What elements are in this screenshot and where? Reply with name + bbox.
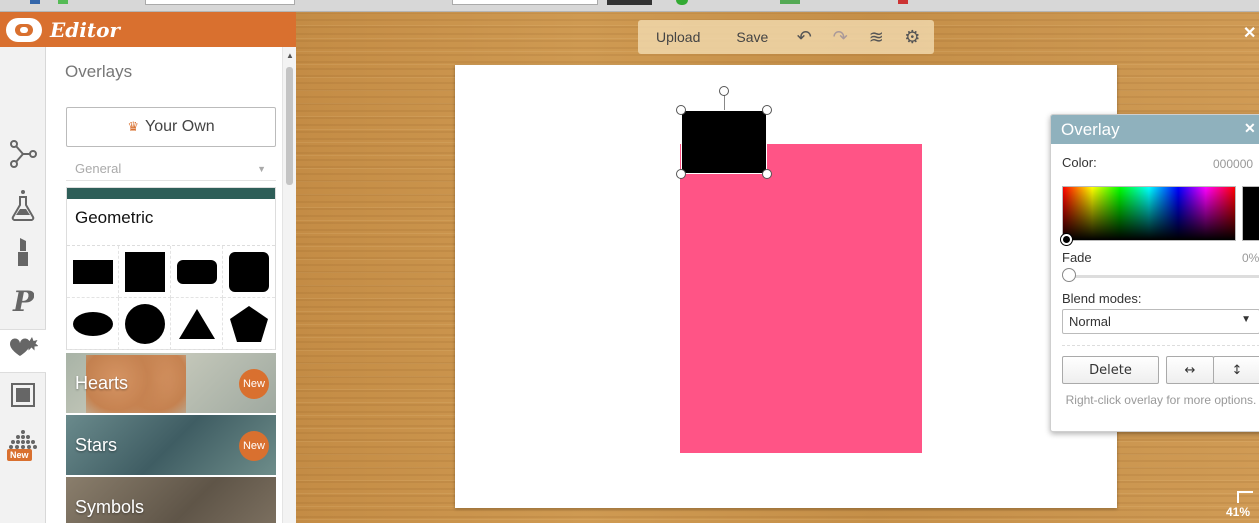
category-banner: [67, 188, 275, 199]
panel-scrollbar[interactable]: ▲: [282, 47, 296, 523]
resize-handle[interactable]: [762, 169, 772, 179]
your-own-button[interactable]: ♛ Your Own: [66, 107, 276, 147]
close-editor-icon[interactable]: ✕: [1243, 23, 1256, 43]
category-label: Hearts: [75, 372, 129, 393]
dialog-title: Overlay: [1061, 120, 1120, 139]
category-label: Symbols: [75, 497, 145, 517]
scrollbar-thumb[interactable]: [286, 67, 293, 185]
new-badge: New: [239, 431, 269, 461]
geometric-category: Geometric: [66, 187, 276, 350]
category-title: Geometric: [67, 199, 275, 246]
new-tag: New: [7, 449, 32, 461]
resize-handle[interactable]: [676, 105, 686, 115]
category-select[interactable]: General ▼: [66, 159, 276, 181]
logo-icon: [6, 17, 42, 42]
browser-field[interactable]: [452, 0, 598, 5]
shape-pentagon[interactable]: [223, 298, 275, 350]
browser-icon: [676, 0, 688, 5]
crown-icon: ♛: [127, 119, 139, 134]
save-button[interactable]: Save: [718, 29, 786, 45]
close-icon[interactable]: ✕: [1244, 120, 1256, 137]
tool-rail: P New: [0, 47, 56, 523]
color-hex-value[interactable]: 000000: [1213, 157, 1253, 171]
category-hearts[interactable]: Hearts New: [66, 353, 276, 413]
shape-rounded-rectangle[interactable]: [171, 246, 223, 298]
rotate-handle[interactable]: [719, 86, 729, 96]
top-toolbar: Upload Save ↶ ↷ ≋ ⚙: [638, 20, 934, 54]
resize-handle[interactable]: [762, 105, 772, 115]
overlays-panel: Overlays ♛ Your Own General ▼ Geometric …: [46, 47, 296, 523]
shape-square[interactable]: [119, 246, 171, 298]
app-title: Editor: [50, 17, 120, 42]
panel-title: Overlays: [65, 62, 133, 81]
blend-mode-select[interactable]: Normal ▼: [1062, 309, 1259, 334]
shape-ellipse[interactable]: [67, 298, 119, 350]
dialog-hint: Right-click overlay for more options.: [1065, 393, 1257, 407]
flip-vertical-icon[interactable]: ↕: [1213, 356, 1259, 384]
frames-icon[interactable]: [8, 380, 38, 410]
gear-icon[interactable]: ⚙: [894, 27, 930, 48]
category-label: Stars: [75, 434, 118, 455]
shape-rounded-square[interactable]: [223, 246, 275, 298]
shape-wide-rectangle[interactable]: [67, 246, 119, 298]
redo-icon[interactable]: ↷: [822, 27, 858, 48]
fade-value: 0%: [1242, 251, 1259, 265]
color-swatch: [1242, 186, 1259, 241]
color-label: Color:: [1062, 155, 1097, 170]
your-own-label: Your Own: [144, 118, 215, 135]
undo-icon[interactable]: ↶: [786, 27, 822, 48]
dialog-header: Overlay ✕: [1051, 115, 1259, 144]
effects-flask-icon[interactable]: [8, 190, 38, 221]
new-badge: New: [239, 369, 269, 399]
chevron-down-icon: ▼: [257, 164, 266, 174]
black-overlay-selected[interactable]: [681, 110, 767, 174]
blend-mode-value: Normal: [1069, 314, 1111, 329]
fade-label: Fade: [1062, 250, 1092, 265]
browser-icon: [58, 0, 68, 4]
basic-edits-icon[interactable]: [8, 139, 38, 169]
browser-icon: [30, 0, 40, 4]
layers-icon[interactable]: ≋: [858, 27, 894, 48]
app-header: Editor: [0, 12, 296, 47]
browser-icon: [780, 0, 800, 4]
resize-handle[interactable]: [676, 169, 686, 179]
category-select-value: General: [75, 161, 122, 176]
fade-slider-knob[interactable]: [1062, 268, 1076, 282]
color-picker-handle[interactable]: [1061, 234, 1072, 245]
browser-icon: [898, 0, 908, 4]
fade-slider[interactable]: [1069, 275, 1259, 278]
text-p-icon[interactable]: P: [8, 285, 38, 315]
flip-horizontal-icon[interactable]: ↔: [1166, 356, 1214, 384]
shape-triangle[interactable]: [171, 298, 223, 350]
browser-strip: [0, 0, 1259, 12]
shape-grid: [67, 246, 275, 350]
zoom-expand-icon[interactable]: [1237, 491, 1253, 503]
category-stars[interactable]: Stars New: [66, 415, 276, 475]
touch-up-lipstick-icon[interactable]: [8, 237, 38, 267]
delete-button[interactable]: Delete: [1062, 356, 1159, 384]
blend-label: Blend modes:: [1062, 291, 1142, 306]
overlay-dialog: Overlay ✕ Color: 000000 Fade 0% Blend mo…: [1050, 114, 1259, 432]
pink-overlay[interactable]: [680, 144, 922, 453]
scroll-up-icon[interactable]: ▲: [286, 51, 294, 60]
color-spectrum[interactable]: [1062, 186, 1236, 241]
rotate-line: [724, 95, 725, 110]
divider: [1062, 345, 1259, 346]
chevron-down-icon: ▼: [1241, 314, 1251, 325]
shape-circle[interactable]: [119, 298, 171, 350]
category-symbols[interactable]: Symbols: [66, 477, 276, 523]
upload-button[interactable]: Upload: [638, 29, 718, 45]
svg-text:P: P: [12, 285, 34, 315]
overlays-icon[interactable]: [8, 334, 38, 364]
zoom-level: 41%: [1226, 505, 1251, 519]
browser-field[interactable]: [145, 0, 295, 5]
browser-field[interactable]: [607, 0, 652, 5]
